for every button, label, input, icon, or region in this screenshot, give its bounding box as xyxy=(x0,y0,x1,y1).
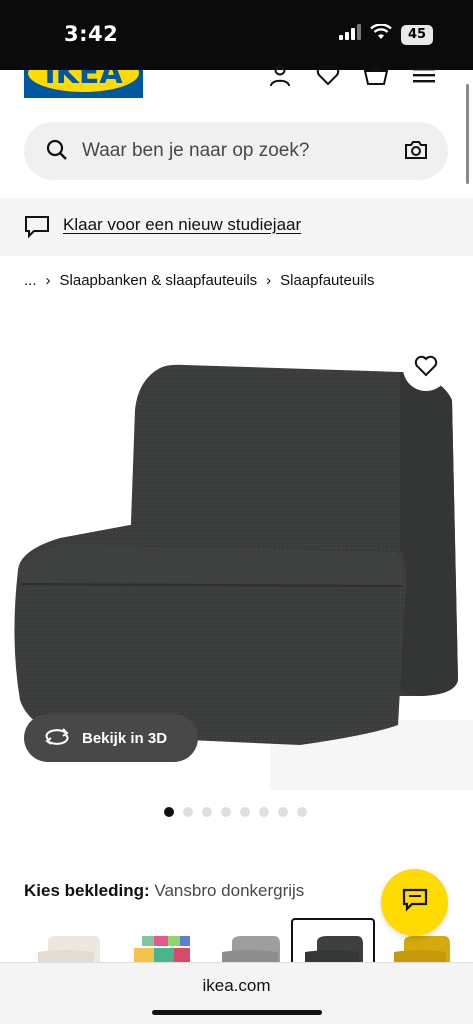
menu-icon[interactable] xyxy=(411,62,437,88)
chat-icon xyxy=(402,888,428,917)
carousel-dot[interactable] xyxy=(164,807,174,817)
carousel-dot[interactable] xyxy=(221,807,231,817)
chevron-right-icon: › xyxy=(45,272,51,289)
image-carousel-dots xyxy=(164,807,307,817)
message-icon xyxy=(24,215,50,244)
swatch-colorful[interactable] xyxy=(124,918,208,964)
basket-icon[interactable] xyxy=(363,62,389,88)
favorite-button[interactable] xyxy=(403,345,449,391)
home-indicator[interactable] xyxy=(152,1010,322,1015)
cover-label: Kies bekleding: xyxy=(24,881,150,900)
battery-icon: 45 xyxy=(401,24,433,45)
view-3d-button[interactable]: Bekijk in 3D xyxy=(24,714,198,762)
swatch-dark-grey[interactable] xyxy=(291,918,375,964)
signal-icon xyxy=(339,24,361,45)
status-indicators: 45 xyxy=(339,23,433,45)
breadcrumb-item[interactable]: Slaapfauteuils xyxy=(280,272,374,289)
scrollbar[interactable] xyxy=(466,84,469,184)
swatch-cream[interactable] xyxy=(34,918,118,964)
cover-value: Vansbro donkergrijs xyxy=(154,881,305,900)
browser-url-bar[interactable]: ikea.com xyxy=(0,962,473,1024)
search-bar[interactable] xyxy=(24,122,448,180)
breadcrumb: ... › Slaapbanken & slaapfauteuils › Sla… xyxy=(24,272,374,289)
chat-button[interactable] xyxy=(381,869,448,936)
search-input[interactable] xyxy=(82,122,392,180)
site-header: IKEA xyxy=(0,63,473,110)
view-3d-label: Bekijk in 3D xyxy=(82,729,168,747)
header-icons xyxy=(267,62,437,88)
promo-banner[interactable]: Klaar voor een nieuw studiejaar xyxy=(0,198,473,256)
logo-text: IKEA xyxy=(44,70,123,91)
status-bar: 3:42 45 xyxy=(0,0,473,70)
status-time: 3:42 xyxy=(64,22,119,46)
search-icon[interactable] xyxy=(46,139,68,166)
chevron-right-icon: › xyxy=(266,272,272,289)
breadcrumb-item[interactable]: ... xyxy=(24,272,37,289)
carousel-dot[interactable] xyxy=(297,807,307,817)
swatch-grey[interactable] xyxy=(208,918,292,964)
cover-selection-label: Kies bekleding: Vansbro donkergrijs xyxy=(24,881,304,901)
carousel-dot[interactable] xyxy=(202,807,212,817)
rotate-3d-icon xyxy=(44,727,70,749)
camera-icon[interactable] xyxy=(404,139,428,166)
account-icon[interactable] xyxy=(267,62,293,88)
carousel-dot[interactable] xyxy=(259,807,269,817)
wifi-icon xyxy=(370,23,392,45)
promo-link[interactable]: Klaar voor een nieuw studiejaar xyxy=(63,215,301,235)
url-text[interactable]: ikea.com xyxy=(0,976,473,996)
carousel-dot[interactable] xyxy=(240,807,250,817)
ikea-logo[interactable]: IKEA xyxy=(24,70,143,98)
heart-icon xyxy=(414,355,438,382)
carousel-dot[interactable] xyxy=(278,807,288,817)
heart-icon[interactable] xyxy=(315,62,341,88)
carousel-dot[interactable] xyxy=(183,807,193,817)
breadcrumb-item[interactable]: Slaapbanken & slaapfauteuils xyxy=(60,272,258,289)
